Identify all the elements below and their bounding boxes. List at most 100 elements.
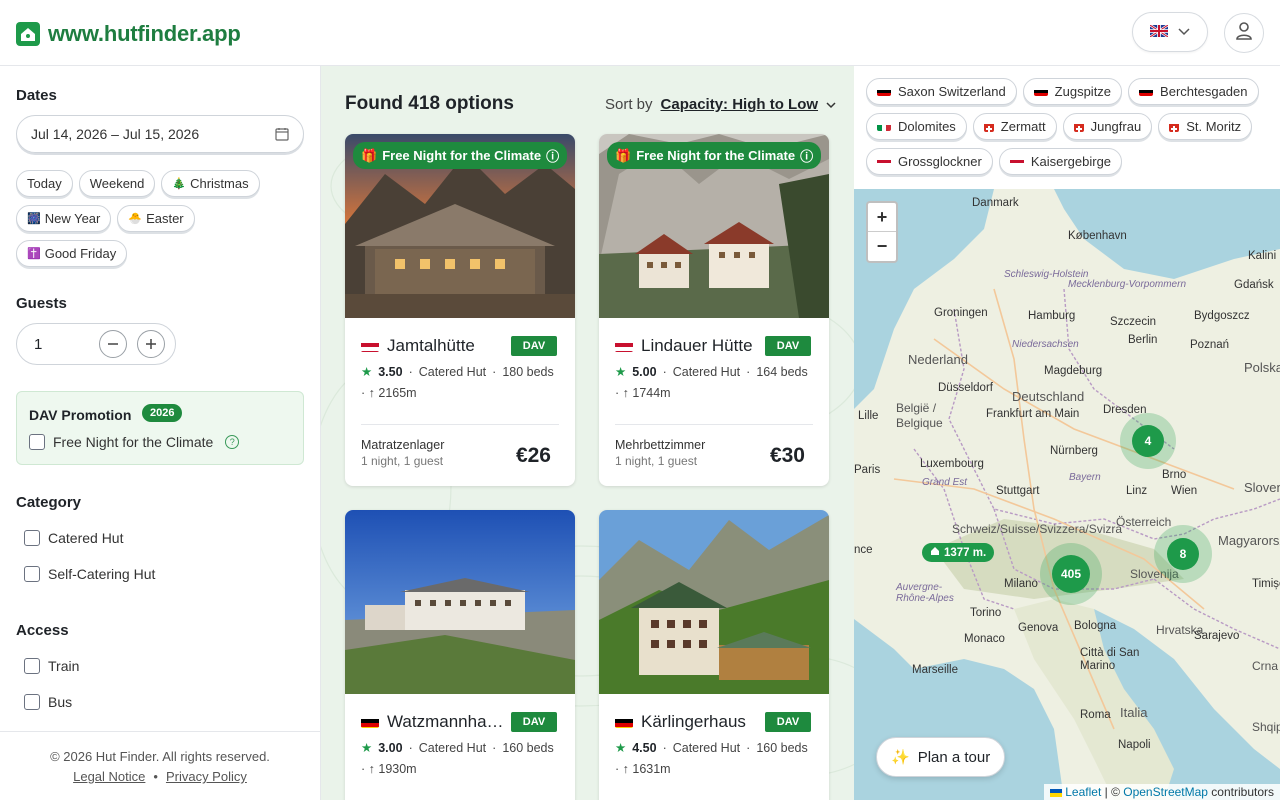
hut-card[interactable]: 🎁 Free Night for the Climate ⓘ Lindauer Hü… — [599, 134, 829, 486]
dav-promotion-box: DAV Promotion 2026 Free Night for the Cl… — [16, 391, 304, 465]
chip-good-friday[interactable]: ✝️ Good Friday — [16, 240, 128, 267]
promo-badge: 🎁 Free Night for the Climate ⓘ — [353, 142, 568, 169]
sidebar-footer: © 2026 Hut Finder. All rights reserved. … — [0, 731, 320, 800]
hut-photo[interactable] — [345, 510, 575, 694]
hut-photo[interactable]: 🎁 Free Night for the Climate ⓘ — [345, 134, 575, 318]
map-cluster[interactable]: 405 — [1040, 543, 1102, 605]
access-title: Access — [16, 622, 69, 639]
access-train[interactable]: Train — [24, 658, 79, 674]
legal-notice-link[interactable]: Legal Notice — [73, 769, 145, 784]
checkbox[interactable] — [24, 658, 40, 674]
option-label: Catered Hut — [48, 530, 124, 546]
category-self-catering-hut[interactable]: Self-Catering Hut — [24, 566, 155, 582]
map-label: Milano — [1004, 578, 1038, 590]
zoom-out-button[interactable]: − — [868, 232, 896, 261]
map-label: Linz — [1126, 485, 1148, 497]
hut-photo[interactable]: 🎁 Free Night for the Climate ⓘ — [599, 134, 829, 318]
minus-icon — [108, 343, 118, 345]
language-selector[interactable] — [1132, 12, 1208, 52]
sort-value[interactable]: Capacity: High to Low — [661, 96, 819, 113]
chevron-down-icon — [826, 96, 836, 113]
plan-tour-label: Plan a tour — [917, 748, 991, 766]
region-chip[interactable]: Grossglockner — [866, 148, 993, 175]
hut-name[interactable]: Watzmannha… — [387, 712, 504, 732]
privacy-policy-link[interactable]: Privacy Policy — [166, 769, 247, 784]
hut-card[interactable]: Kärlingerhaus DAV ★ 4.50 · Catered Hut · 1… — [599, 510, 829, 800]
guests-value[interactable]: 1 — [34, 336, 99, 353]
hut-marker-label: 1377 m. — [944, 546, 987, 559]
decrement-button[interactable] — [99, 330, 127, 358]
checkbox[interactable] — [24, 694, 40, 710]
category-catered-hut[interactable]: Catered Hut — [24, 530, 123, 546]
cluster-count: 4 — [1132, 425, 1164, 457]
osm-link[interactable]: OpenStreetMap — [1123, 785, 1208, 799]
plan-tour-button[interactable]: ✨ Plan a tour — [876, 737, 1006, 777]
zoom-in-button[interactable]: + — [868, 203, 896, 232]
hut-card[interactable]: 🎁 Free Night for the Climate ⓘ Jamtalhütte… — [345, 134, 575, 486]
chip-new-year[interactable]: 🎆 New Year — [16, 205, 112, 232]
access-bus[interactable]: Bus — [24, 694, 72, 710]
map-label: Roma — [1080, 709, 1111, 721]
hut-name[interactable]: Jamtalhütte — [387, 336, 475, 356]
map-cluster[interactable]: 4 — [1120, 413, 1176, 469]
chip-label: Christmas — [190, 176, 249, 191]
copyright: © 2026 Hut Finder. All rights reserved. — [50, 749, 270, 764]
arrow-up-icon: ↑ — [368, 762, 375, 776]
rating: 3.00 — [378, 740, 403, 755]
map-label: Paris — [854, 464, 881, 476]
region-chip[interactable]: Berchtesgaden — [1128, 78, 1259, 105]
region-label: Saxon Switzerland — [898, 84, 1006, 99]
promo-title: DAV Promotion — [29, 407, 132, 423]
increment-button[interactable] — [137, 330, 165, 358]
rating: 3.50 — [378, 364, 403, 379]
attribution-sep: | © — [1101, 785, 1124, 799]
sort-control[interactable]: Sort by Capacity: High to Low — [605, 96, 836, 113]
hut-photo[interactable] — [599, 510, 829, 694]
chip-label: New Year — [44, 211, 101, 226]
chick-icon: 🐣 — [128, 213, 143, 225]
cross-icon: ✝️ — [27, 248, 41, 260]
free-night-checkbox[interactable]: Free Night for the Climate ? — [29, 434, 240, 450]
calendar-icon — [275, 127, 289, 144]
help-icon[interactable]: ? — [225, 435, 240, 449]
map-cluster[interactable]: 8 — [1154, 525, 1212, 583]
date-range-input[interactable]: Jul 14, 2026 – Jul 15, 2026 — [16, 115, 304, 153]
checkbox[interactable] — [24, 530, 40, 546]
region-chip[interactable]: Saxon Switzerland — [866, 78, 1017, 105]
map-view[interactable]: Danmark København Kalini Schleswig-Holst… — [854, 189, 1280, 800]
beds: 160 beds — [502, 740, 554, 755]
hut-name[interactable]: Lindauer Hütte — [641, 336, 753, 356]
chip-today[interactable]: Today — [16, 170, 73, 197]
dav-logo: DAV — [511, 336, 557, 356]
map-label: Monaco — [964, 633, 1005, 645]
region-chip[interactable]: Dolomites — [866, 113, 967, 140]
region-chip[interactable]: St. Moritz — [1158, 113, 1253, 140]
hut-name[interactable]: Kärlingerhaus — [641, 712, 746, 732]
promo-badge-label: Free Night for the Climate — [382, 148, 542, 163]
leaflet-link[interactable]: Leaflet — [1065, 785, 1101, 799]
price: €30 — [769, 444, 805, 467]
site-name: www.hutfinder.app — [48, 21, 241, 46]
checkbox[interactable] — [29, 434, 45, 450]
switzerland-flag-icon — [1073, 122, 1084, 132]
gift-icon: 🎁 — [361, 147, 378, 163]
chip-easter[interactable]: 🐣 Easter — [117, 205, 195, 232]
map-label: Auvergne-Rhône-Alpes — [896, 582, 954, 604]
hut-meta: ★ 4.50 · Catered Hut · 160 beds — [615, 740, 808, 756]
region-label: Grossglockner — [898, 154, 982, 169]
user-account-button[interactable] — [1224, 13, 1264, 53]
hut-card[interactable]: Watzmannha… DAV ★ 3.00 · Catered Hut · 160… — [345, 510, 575, 800]
hut-meta: ★ 3.50 · Catered Hut · 180 beds — [361, 364, 554, 380]
checkbox[interactable] — [24, 566, 40, 582]
chip-christmas[interactable]: 🎄 Christmas — [161, 170, 260, 197]
region-label: Berchtesgaden — [1160, 84, 1248, 99]
region-chip[interactable]: Zugspitze — [1022, 78, 1123, 105]
region-chip[interactable]: Zermatt — [972, 113, 1057, 140]
region-chip[interactable]: Jungfrau — [1062, 113, 1153, 140]
map-label: Italia — [1120, 705, 1148, 720]
star-icon: ★ — [361, 365, 373, 379]
region-chip[interactable]: Kaisergebirge — [998, 148, 1123, 175]
hut-marker[interactable]: 1377 m. — [922, 543, 995, 562]
chip-weekend[interactable]: Weekend — [78, 170, 156, 197]
site-logo[interactable]: www.hutfinder.app — [16, 21, 241, 47]
